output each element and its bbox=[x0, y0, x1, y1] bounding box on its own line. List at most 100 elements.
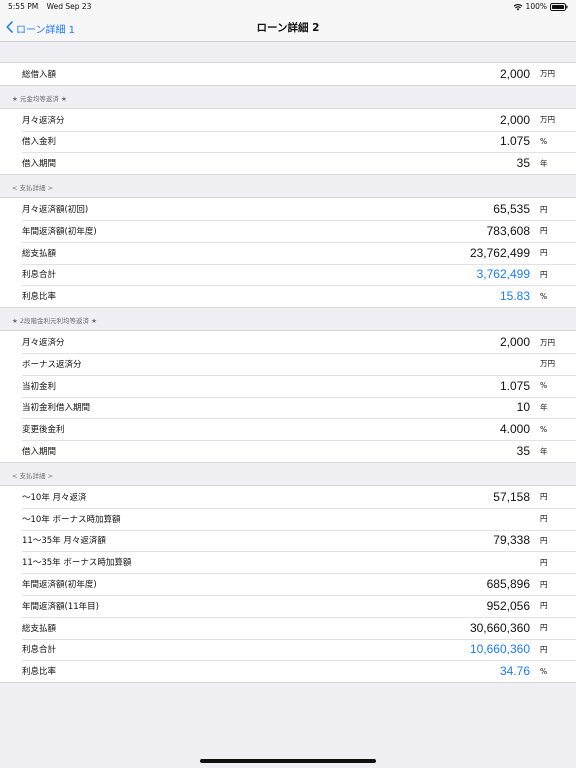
row-unit: 万円 bbox=[540, 337, 555, 347]
row-value: 79,338 bbox=[493, 533, 530, 548]
table-row[interactable]: 変更後金利 4.000% bbox=[0, 418, 576, 440]
table-row[interactable]: 借入期間 35 年 bbox=[0, 440, 576, 462]
row-label: 借入期間 bbox=[22, 159, 57, 170]
row-unit: 円 bbox=[540, 514, 548, 524]
row-unit: 円 bbox=[540, 204, 548, 214]
row-label: ボーナス返済分 bbox=[22, 359, 82, 370]
table-row[interactable]: 〜10年 月々返済 57,158 円 bbox=[0, 486, 576, 508]
row-value: 685,896 bbox=[486, 577, 530, 592]
row-unit: 年 bbox=[540, 402, 548, 412]
table-row[interactable]: 総支払額 23,762,499 円 bbox=[0, 241, 576, 264]
row-value: 10 bbox=[516, 400, 530, 415]
section-group: 〜10年 月々返済 57,158 円〜10年 ボーナス時加算額円 11〜35年 月々返… bbox=[0, 484, 576, 684]
row-unit: 円 bbox=[540, 226, 548, 236]
row-value: 2,000 bbox=[499, 335, 530, 350]
section-group: 月々返済額(初回) 65,535 円年間返済額(初年度) 783,608 円総支払額 23… bbox=[0, 197, 576, 309]
row-value: 35 bbox=[516, 444, 530, 459]
table-row[interactable]: 利息合計 3,762,499 円 bbox=[0, 263, 576, 286]
row-unit: 円 bbox=[540, 248, 548, 258]
row-label: 年間返済額(初年度) bbox=[22, 226, 97, 237]
table-row[interactable]: 当初金利 1.075% bbox=[0, 374, 576, 397]
row-unit: % bbox=[540, 291, 548, 301]
status-time: 5:55 PM bbox=[8, 2, 39, 11]
table-row[interactable]: 利息比率 15.83% bbox=[0, 285, 576, 307]
row-label: 変更後金利 bbox=[22, 425, 65, 436]
wifi-icon bbox=[513, 3, 523, 11]
battery-icon bbox=[550, 3, 568, 11]
row-value: 23,762,499 bbox=[469, 245, 530, 260]
row-label: 当初金利 bbox=[22, 381, 57, 392]
table-row[interactable]: 〜10年 ボーナス時加算額 円 bbox=[0, 507, 576, 530]
table-row[interactable]: 年間返済額(初年度) 783,608 円 bbox=[0, 219, 576, 242]
row-value: 35 bbox=[516, 156, 530, 171]
table-row[interactable]: 11〜35年 月々返済額 79,338 円 bbox=[0, 529, 576, 552]
table-row[interactable]: 総支払額 30,660,360 円 bbox=[0, 616, 576, 639]
row-value: 10,660,360 bbox=[469, 642, 530, 657]
section-header: ★ 2段階金利元利均等返済 ★ bbox=[12, 317, 97, 326]
status-left: 5:55 PM Wed Sep 23 bbox=[8, 0, 97, 14]
row-label: 11〜35年 月々返済額 bbox=[22, 536, 106, 547]
table-row[interactable]: 年間返済額(初年度) 685,896 円 bbox=[0, 573, 576, 595]
row-label: 借入金利 bbox=[22, 137, 57, 148]
row-label: 月々返済分 bbox=[22, 115, 65, 126]
row-value: 15.83 bbox=[499, 289, 530, 304]
row-value: 2,000 bbox=[499, 66, 530, 81]
row-unit: 年 bbox=[540, 158, 548, 168]
row-label: 11〜35年 ボーナス時加算額 bbox=[22, 558, 132, 569]
row-value: 783,608 bbox=[486, 223, 530, 238]
table-row[interactable]: 利息比率 34.76% bbox=[0, 660, 576, 682]
row-label: 月々返済額(初回) bbox=[22, 205, 89, 216]
page-title: ローン詳細 2 bbox=[256, 22, 320, 34]
top-spacer bbox=[0, 42, 576, 62]
loan-amount-group: 総借入額 2,000 万円 bbox=[0, 62, 576, 86]
navigation-bar: ローン詳細 1 ローン詳細 2 bbox=[0, 14, 576, 42]
row-unit: 年 bbox=[540, 446, 548, 456]
row-value: 30,660,360 bbox=[469, 620, 530, 635]
table-row[interactable]: 月々返済分 2,000 万円 bbox=[0, 331, 576, 353]
table-row[interactable]: 借入金利 1.075% bbox=[0, 130, 576, 153]
row-unit: 円 bbox=[540, 579, 548, 589]
table-row[interactable]: 年間返済額(11年目) 952,056 円 bbox=[0, 594, 576, 617]
row-unit: % bbox=[540, 424, 548, 434]
row-label: 当初金利借入期間 bbox=[22, 403, 91, 414]
row-label: 利息合計 bbox=[22, 270, 57, 281]
row-value: 3,762,499 bbox=[476, 267, 530, 282]
table-row[interactable]: 借入期間 35 年 bbox=[0, 152, 576, 174]
row-label: 〜10年 ボーナス時加算額 bbox=[22, 514, 121, 525]
home-indicator bbox=[200, 759, 376, 763]
row-value: 1.075 bbox=[499, 134, 530, 149]
row-unit: % bbox=[540, 381, 548, 391]
table-row[interactable]: 総借入額 2,000 万円 bbox=[0, 63, 576, 85]
row-unit: 円 bbox=[540, 535, 548, 545]
status-right: 100% bbox=[513, 0, 568, 14]
row-unit: 円 bbox=[540, 601, 548, 611]
section-group: 月々返済分 2,000 万円借入金利 1.075% 借入期間 35 年 bbox=[0, 107, 576, 176]
row-value: 952,056 bbox=[486, 598, 530, 613]
row-label: 利息合計 bbox=[22, 645, 57, 656]
section-header: < 支払詳細 > bbox=[12, 184, 54, 193]
row-unit: 万円 bbox=[540, 359, 555, 369]
row-unit: % bbox=[540, 666, 548, 676]
table-row[interactable]: 月々返済額(初回) 65,535 円 bbox=[0, 198, 576, 220]
row-value: 1.075 bbox=[499, 378, 530, 393]
row-value: 57,158 bbox=[493, 489, 530, 504]
row-unit: 円 bbox=[540, 623, 548, 633]
table-row[interactable]: 月々返済分 2,000 万円 bbox=[0, 109, 576, 131]
row-unit: 万円 bbox=[540, 115, 555, 125]
table-row[interactable]: 11〜35年 ボーナス時加算額 円 bbox=[0, 551, 576, 573]
table-row[interactable]: ボーナス返済分 万円 bbox=[0, 352, 576, 375]
status-bar: 5:55 PM Wed Sep 23 100% bbox=[0, 0, 576, 14]
row-value: 4.000 bbox=[499, 422, 530, 437]
row-label: 利息比率 bbox=[22, 292, 57, 303]
row-value: 34.76 bbox=[499, 664, 530, 679]
table-row[interactable]: 当初金利借入期間 10 年 bbox=[0, 396, 576, 419]
row-label: 借入期間 bbox=[22, 447, 57, 458]
table-row[interactable]: 利息合計 10,660,360 円 bbox=[0, 638, 576, 661]
section-header: < 支払詳細 > bbox=[12, 471, 54, 480]
row-label: 総支払額 bbox=[22, 248, 57, 259]
section-group: 月々返済分 2,000 万円 ボーナス返済分 万円 当初金利 1.075% 当初金利借入期間 1… bbox=[0, 330, 576, 463]
row-unit: 円 bbox=[540, 269, 548, 279]
row-unit: % bbox=[540, 136, 548, 146]
table-view[interactable]: 総借入額 2,000 万円 ★ 元金均等返済 ★ 月々返済分 2,000 万円 借入金利 1.… bbox=[0, 42, 576, 684]
row-label: 年間返済額(初年度) bbox=[22, 580, 97, 591]
